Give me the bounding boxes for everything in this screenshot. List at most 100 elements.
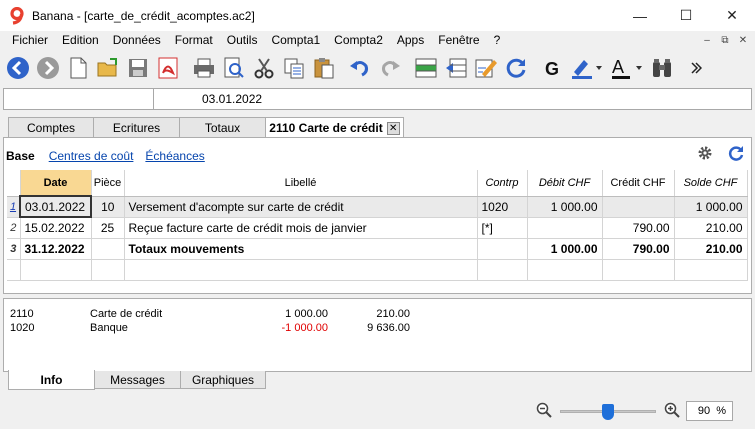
cut-icon[interactable] [251, 54, 277, 82]
save-icon[interactable] [125, 54, 151, 82]
settings-gear-icon[interactable] [697, 145, 713, 166]
close-tab-icon[interactable]: ✕ [386, 121, 400, 135]
delete-row-icon[interactable] [443, 54, 469, 82]
print-preview-icon[interactable] [221, 54, 247, 82]
menu-fenetre[interactable]: Fenêtre [431, 31, 486, 50]
cell-debit[interactable]: 1 000.00 [527, 196, 603, 218]
highlight-color-icon[interactable] [569, 54, 605, 82]
main-panel: Base Centres de coût Échéances Date Pièc… [3, 137, 752, 294]
column-header-piece[interactable]: Pièce [91, 170, 125, 197]
menu-bar: Fichier Edition Données Format Outils Co… [0, 31, 755, 50]
cell-solde[interactable]: 210.00 [674, 238, 748, 260]
mdi-minimize-button[interactable]: – [699, 33, 715, 48]
cell-debit[interactable]: 1 000.00 [527, 238, 603, 260]
recalculate-icon[interactable] [503, 54, 529, 82]
tab-info[interactable]: Info [8, 370, 95, 390]
column-header-credit[interactable]: Crédit CHF [602, 170, 675, 197]
zoom-percentage-field[interactable]: 90 % [686, 401, 733, 421]
tab-graphiques[interactable]: Graphiques [180, 371, 266, 389]
paste-icon[interactable] [311, 54, 337, 82]
zoom-out-icon[interactable] [536, 402, 552, 421]
column-header-date[interactable]: Date [20, 170, 92, 197]
cell-contrp[interactable]: [*] [477, 217, 528, 239]
back-icon[interactable] [5, 54, 31, 82]
svg-text:A: A [612, 57, 624, 77]
view-base[interactable]: Base [6, 149, 35, 163]
column-header-contrp[interactable]: Contrp [477, 170, 528, 197]
cell-piece[interactable]: 10 [91, 196, 125, 218]
menu-apps[interactable]: Apps [390, 31, 431, 50]
mdi-restore-button[interactable]: ⧉ [717, 33, 733, 48]
open-folder-icon[interactable] [95, 54, 121, 82]
tab-messages[interactable]: Messages [94, 371, 181, 389]
tab-label: Totaux [204, 120, 241, 135]
tab-carte-de-credit[interactable]: 2110 Carte de crédit ✕ [265, 117, 404, 138]
column-header-debit[interactable]: Débit CHF [527, 170, 603, 197]
tab-label: Comptes [26, 120, 76, 135]
cell-contrp[interactable] [477, 238, 528, 260]
cell-libelle[interactable]: Versement d'acompte sur carte de crédit [124, 196, 478, 218]
toolbar-overflow-icon[interactable] [689, 54, 703, 82]
column-header-solde[interactable]: Solde CHF [674, 170, 748, 197]
binoculars-icon[interactable] [649, 54, 675, 82]
maximize-button[interactable]: ☐ [663, 0, 709, 31]
cell-date[interactable]: 03.01.2022 [19, 195, 92, 218]
forward-icon[interactable] [35, 54, 61, 82]
totals-row[interactable]: 3 31.12.2022 Totaux mouvements 1 000.00 … [7, 238, 748, 260]
edit-document-icon[interactable] [473, 54, 499, 82]
view-echeances[interactable]: Échéances [145, 149, 204, 163]
pdf-icon[interactable] [155, 54, 181, 82]
cell-solde[interactable]: 1 000.00 [674, 196, 748, 218]
title-bar: Banana - [carte_de_crédit_acomptes.ac2] … [0, 0, 755, 31]
table-row[interactable]: 1 03.01.2022 10 Versement d'acompte sur … [7, 195, 748, 218]
zoom-in-icon[interactable] [664, 402, 680, 421]
tab-ecritures[interactable]: Ecritures [93, 117, 180, 137]
view-centres-de-cout[interactable]: Centres de coût [49, 149, 134, 163]
menu-donnees[interactable]: Données [106, 31, 168, 50]
cell-libelle[interactable]: Reçue facture carte de crédit mois de ja… [124, 217, 478, 239]
mdi-close-button[interactable]: ✕ [735, 33, 751, 48]
cell-piece[interactable] [91, 238, 125, 260]
bold-icon[interactable]: G [539, 54, 565, 82]
redo-icon[interactable] [377, 54, 403, 82]
cell-reference[interactable] [4, 89, 154, 109]
print-icon[interactable] [191, 54, 217, 82]
refresh-icon[interactable] [727, 145, 745, 166]
cell-piece[interactable]: 25 [91, 217, 125, 239]
close-button[interactable]: ✕ [709, 0, 755, 31]
cell-contrp[interactable]: 1020 [477, 196, 528, 218]
column-header-libelle[interactable]: Libellé [124, 170, 478, 197]
cell-debit[interactable] [527, 217, 603, 239]
cell-solde[interactable]: 210.00 [674, 217, 748, 239]
cell-date[interactable]: 31.12.2022 [20, 238, 92, 260]
copy-icon[interactable] [281, 54, 307, 82]
tab-comptes[interactable]: Comptes [8, 117, 94, 137]
cell-libelle[interactable]: Totaux mouvements [124, 238, 478, 260]
table-header-row: Date Pièce Libellé Contrp Débit CHF Créd… [7, 170, 748, 197]
table-row[interactable]: 2 15.02.2022 25 Reçue facture carte de c… [7, 217, 748, 239]
row-number[interactable]: 3 [7, 238, 21, 260]
zoom-slider[interactable] [560, 404, 656, 420]
cell-credit[interactable]: 790.00 [602, 238, 675, 260]
menu-compta2[interactable]: Compta2 [327, 31, 390, 50]
cell-credit[interactable]: 790.00 [602, 217, 675, 239]
new-file-icon[interactable] [65, 54, 91, 82]
zoom-slider-thumb[interactable] [602, 404, 614, 420]
menu-format[interactable]: Format [168, 31, 220, 50]
cell-value-input[interactable]: 03.01.2022 [154, 89, 262, 109]
menu-help[interactable]: ? [487, 31, 508, 50]
font-color-icon[interactable]: A [609, 54, 645, 82]
row-number[interactable]: 1 [7, 196, 21, 218]
tab-totaux[interactable]: Totaux [179, 117, 266, 137]
cell-credit[interactable] [602, 196, 675, 218]
menu-outils[interactable]: Outils [220, 31, 265, 50]
undo-icon[interactable] [347, 54, 373, 82]
insert-row-icon[interactable] [413, 54, 439, 82]
row-number[interactable]: 2 [7, 217, 21, 239]
tab-label: Graphiques [191, 372, 255, 387]
cell-date[interactable]: 15.02.2022 [20, 217, 92, 239]
menu-fichier[interactable]: Fichier [0, 31, 55, 50]
minimize-button[interactable]: — [617, 0, 663, 31]
menu-edition[interactable]: Edition [55, 31, 106, 50]
menu-compta1[interactable]: Compta1 [264, 31, 327, 50]
